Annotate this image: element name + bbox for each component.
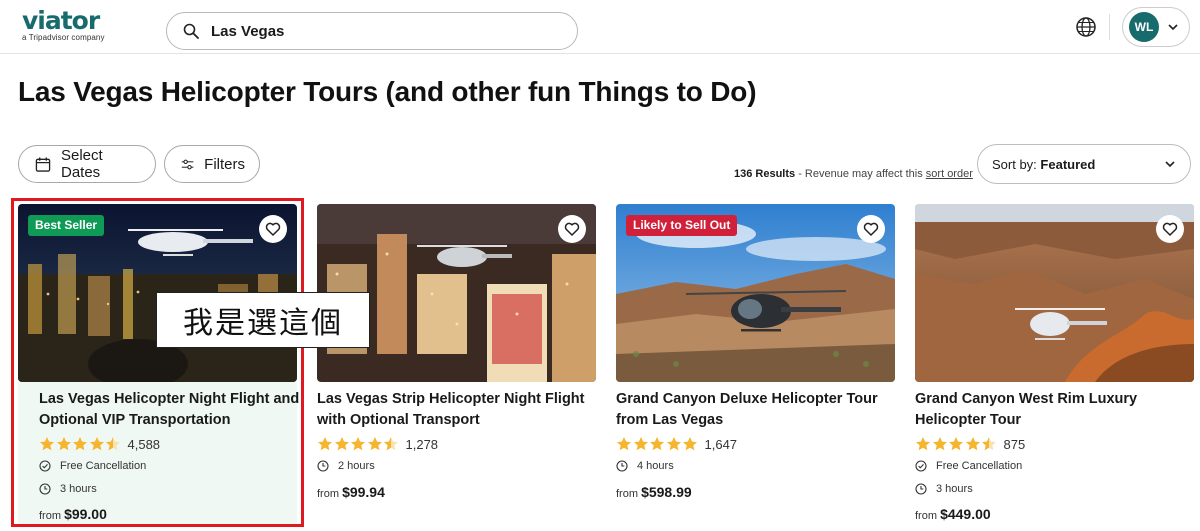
avatar: WL [1129,12,1159,42]
duration: 2 hours [317,460,375,472]
star-icon [633,437,648,451]
price-value: $99.94 [342,484,385,500]
price: from $449.00 [915,506,991,522]
wishlist-button[interactable] [857,215,885,243]
heart-icon [564,222,580,237]
annotation-note: 我是選這個 [156,292,370,348]
check-circle-icon [915,460,927,472]
heart-icon [1162,222,1178,237]
star-icon [318,437,332,451]
product-image[interactable] [915,204,1194,382]
likely-to-sell-out-badge: Likely to Sell Out [626,215,738,236]
star-half-icon [982,437,996,451]
product-card[interactable]: Grand Canyon West Rim Luxury Helicopter … [915,204,1194,524]
star-icon [932,437,947,451]
price-value: $449.00 [940,506,991,522]
review-count: 1,278 [405,436,439,452]
clock-icon [915,483,927,495]
star-icon [965,437,980,451]
search-icon [183,23,199,39]
selection-highlight-frame [11,198,304,527]
product-title[interactable]: Grand Canyon Deluxe Helicopter Tour from… [616,389,891,431]
product-card[interactable]: Las Vegas Strip Helicopter Night Flight … [317,204,596,524]
chevron-down-icon [1165,161,1175,168]
free-cancellation: Free Cancellation [915,460,1022,472]
price-prefix: from [915,510,937,522]
review-count: 1,647 [704,436,738,452]
duration: 3 hours [915,483,973,495]
globe-icon[interactable] [1075,16,1097,38]
search-input[interactable]: Las Vegas [166,12,578,50]
star-rating [317,436,400,452]
west-rim-photo [915,204,1194,382]
top-header: viator a Tripadvisor company Las Vegas W… [0,0,1200,54]
duration-label: 4 hours [637,460,674,472]
price-value: $598.99 [641,484,692,500]
rating: 875 [915,436,1025,452]
duration: 4 hours [616,460,674,472]
star-icon [351,437,365,451]
price-prefix: from [616,488,638,500]
free-cancellation-label: Free Cancellation [936,460,1023,472]
results-summary: 136 Results - Revenue may affect this so… [734,168,973,180]
product-card[interactable]: Likely to Sell Out Grand Canyon Deluxe H… [616,204,895,524]
duration-label: 2 hours [338,460,375,472]
star-icon [617,437,631,451]
results-note: - Revenue may affect this [795,168,926,180]
product-image[interactable]: Likely to Sell Out [616,204,895,382]
star-icon [666,437,681,451]
chevron-down-icon [1168,24,1178,31]
filters-label: Filters [204,155,245,173]
account-menu-button[interactable]: WL [1122,7,1190,47]
product-title[interactable]: Grand Canyon West Rim Luxury Helicopter … [915,389,1190,431]
select-dates-label: Select Dates [61,147,103,181]
viator-logo[interactable]: viator a Tripadvisor company [22,8,112,48]
heart-icon [863,222,879,237]
search-value: Las Vegas [211,22,285,40]
product-title[interactable]: Las Vegas Strip Helicopter Night Flight … [317,389,592,431]
price: from $99.94 [317,484,385,500]
results-count: 136 Results [734,168,796,180]
sort-dropdown[interactable]: Sort by: Featured [977,144,1191,184]
duration-label: 3 hours [936,483,973,495]
wishlist-button[interactable] [1156,215,1184,243]
price-prefix: from [317,488,339,500]
rating: 1,278 [317,436,438,452]
review-count: 875 [1003,436,1026,452]
logo-tagline: a Tripadvisor company [22,33,105,42]
header-divider [1109,14,1110,40]
price: from $598.99 [616,484,692,500]
page-title: Las Vegas Helicopter Tours (and other fu… [18,76,757,107]
sort-order-link[interactable]: sort order [926,168,973,180]
star-icon [334,437,349,451]
star-icon [916,437,930,451]
sliders-icon [181,159,194,169]
sort-text: Sort by: Featured [992,157,1095,172]
star-icon [683,437,697,451]
select-dates-button[interactable]: Select Dates [18,145,156,183]
star-icon [650,437,664,451]
sort-prefix: Sort by: [992,156,1041,172]
logo-wordmark: viator [22,6,100,35]
sort-value: Featured [1040,156,1096,172]
star-half-icon [384,437,398,451]
star-icon [949,437,963,451]
clock-icon [317,460,329,472]
filters-button[interactable]: Filters [164,145,260,183]
star-rating [616,436,699,452]
rating: 1,647 [616,436,737,452]
wishlist-button[interactable] [558,215,586,243]
star-icon [367,437,382,451]
calendar-icon [35,156,51,172]
star-rating [915,436,998,452]
clock-icon [616,460,628,472]
